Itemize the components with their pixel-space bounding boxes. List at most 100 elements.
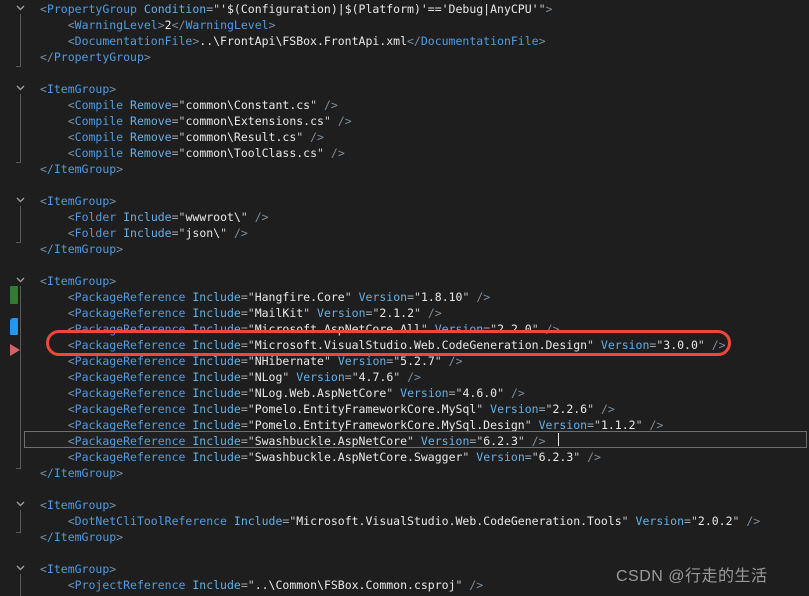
code-token-br: </ — [40, 162, 54, 176]
code-line[interactable]: <ItemGroup> — [0, 497, 809, 513]
code-token-att: Include — [123, 226, 172, 240]
code-token-val — [629, 514, 636, 528]
code-token-qt: " — [247, 386, 255, 400]
code-text-area[interactable]: <PropertyGroup Condition="'$(Configurati… — [0, 0, 809, 596]
code-line[interactable]: <PackageReference Include="Microsoft.Vis… — [0, 337, 809, 353]
code-token-qt: " — [247, 578, 255, 592]
code-token-val: 5.2.7 — [400, 354, 435, 368]
code-token-qt: " — [697, 338, 705, 352]
code-token-eq: = — [684, 514, 691, 528]
code-token-qt: " — [434, 354, 442, 368]
code-line[interactable]: <PackageReference Include="Microsoft.Asp… — [0, 321, 809, 337]
code-line[interactable]: </ItemGroup> — [0, 465, 809, 481]
code-token-br: < — [67, 290, 75, 304]
code-line[interactable]: <PropertyGroup Condition="'$(Configurati… — [0, 1, 809, 17]
code-line[interactable]: </ItemGroup> — [0, 241, 809, 257]
code-token-tag: ItemGroup — [46, 82, 110, 96]
code-line[interactable]: <PackageReference Include="MailKit" Vers… — [0, 305, 809, 321]
code-token-att: Remove — [130, 114, 172, 128]
code-token-tag: ItemGroup — [46, 274, 110, 288]
code-line[interactable]: <ItemGroup> — [0, 193, 809, 209]
code-token-qt: " — [587, 338, 594, 352]
code-token-eq: = — [448, 386, 456, 400]
code-token-eq: = — [240, 450, 248, 464]
code-token-val: Microsoft.VisualStudio.Web.CodeGeneratio… — [254, 338, 588, 352]
code-token-br: < — [67, 114, 75, 128]
code-line[interactable]: <PackageReference Include="Swashbuckle.A… — [0, 433, 809, 449]
code-token-qt: " — [635, 418, 643, 432]
code-line[interactable]: <PackageReference Include="Pomelo.Entity… — [0, 401, 809, 417]
code-line[interactable]: <Compile Remove="common\Result.cs" /> — [0, 129, 809, 145]
code-token-att: Include — [192, 338, 241, 352]
code-line[interactable]: <WarningLevel>2</WarningLevel> — [0, 17, 809, 33]
code-token-qt: " — [538, 2, 546, 16]
code-token-eq: = — [240, 354, 248, 368]
code-token-br: </ — [40, 530, 54, 544]
code-line[interactable]: <PackageReference Include="Hangfire.Core… — [0, 289, 809, 305]
code-line[interactable]: </ItemGroup> — [0, 161, 809, 177]
code-token-qt: " — [420, 322, 428, 336]
code-line[interactable]: <ItemGroup> — [0, 81, 809, 97]
code-token-tag: Folder — [74, 210, 117, 224]
code-token-br: > — [157, 18, 165, 32]
code-token-tag: PackageReference — [74, 290, 186, 304]
code-line[interactable]: <Folder Include="json\" /> — [0, 225, 809, 241]
code-line[interactable]: <PackageReference Include="Pomelo.Entity… — [0, 417, 809, 433]
code-token-br: </ — [40, 50, 54, 64]
code-token-eq: = — [171, 114, 179, 128]
code-token-tag: ItemGroup — [46, 194, 110, 208]
code-token-tag: ProjectReference — [74, 578, 186, 592]
code-line[interactable]: <Compile Remove="common\ToolClass.cs" /> — [0, 145, 809, 161]
code-token-tag: PackageReference — [74, 338, 186, 352]
code-line[interactable]: <DocumentationFile>..\FrontApi\FSBox.Fro… — [0, 33, 809, 49]
code-token-att: Version — [600, 338, 650, 352]
code-token-qt: " — [323, 114, 331, 128]
code-token-att: Remove — [130, 98, 172, 112]
code-token-att: Remove — [130, 130, 172, 144]
code-token-tag: PackageReference — [74, 402, 186, 416]
code-token-br: /> — [538, 322, 560, 336]
code-line[interactable]: <PackageReference Include="NLog" Version… — [0, 369, 809, 385]
code-token-eq: = — [240, 338, 248, 352]
code-token-val: NLog — [254, 370, 283, 384]
code-token-br: < — [40, 274, 47, 288]
code-token-br: > — [109, 82, 117, 96]
code-line[interactable]: </PropertyGroup> — [0, 49, 809, 65]
code-token-val — [123, 146, 130, 160]
code-token-val: Pomelo.EntityFrameworkCore.MySql — [254, 402, 477, 416]
code-line[interactable]: <Folder Include="wwwroot\" /> — [0, 209, 809, 225]
code-token-qt: " — [414, 290, 421, 304]
code-line[interactable]: <PackageReference Include="NLog.Web.AspN… — [0, 385, 809, 401]
code-token-att: Include — [192, 578, 241, 592]
code-token-qt: " — [531, 450, 539, 464]
code-token-att: Include — [192, 386, 241, 400]
code-token-tag: ItemGroup — [53, 530, 117, 544]
code-line[interactable]: <Compile Remove="common\Constant.cs" /> — [0, 97, 809, 113]
code-token-tag: PropertyGroup — [53, 50, 144, 64]
code-token-val: 2.1.2 — [379, 306, 415, 320]
code-token-val — [331, 354, 338, 368]
code-token-br: /> — [462, 578, 484, 592]
code-token-tag: ItemGroup — [46, 498, 110, 512]
code-token-br: < — [67, 386, 75, 400]
code-token-br: < — [67, 34, 75, 48]
code-line[interactable]: <PackageReference Include="Swashbuckle.A… — [0, 449, 809, 465]
code-token-att: Version — [296, 370, 345, 384]
code-line[interactable]: <DotNetCliToolReference Include="Microso… — [0, 513, 809, 529]
code-token-qt: " — [247, 354, 255, 368]
code-line[interactable]: <Compile Remove="common\Extensions.cs" /… — [0, 113, 809, 129]
code-token-eq: = — [171, 130, 179, 144]
code-line[interactable]: </ItemGroup> — [0, 529, 809, 545]
code-token-tag: ItemGroup — [53, 242, 117, 256]
code-token-br: /> — [420, 306, 442, 320]
code-line[interactable]: <PackageReference Include="NHibernate" V… — [0, 353, 809, 369]
code-token-eq: = — [240, 290, 248, 304]
code-token-br: /> — [400, 370, 421, 384]
code-token-tag: PackageReference — [74, 386, 186, 400]
code-token-val: 1.1.2 — [600, 418, 636, 432]
code-token-tag: PackageReference — [74, 354, 186, 368]
code-token-val — [137, 2, 144, 16]
code-line[interactable]: <ItemGroup> — [0, 273, 809, 289]
